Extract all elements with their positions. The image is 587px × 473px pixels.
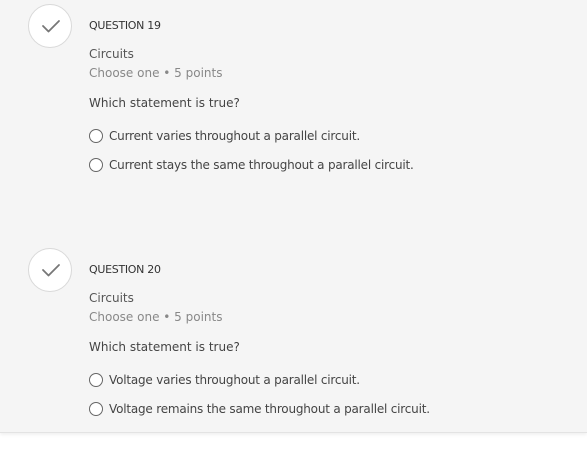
answer-option-label: Voltage remains the same throughout a pa… xyxy=(109,402,430,416)
answer-option[interactable]: Current stays the same throughout a para… xyxy=(89,156,414,174)
radio-button-icon[interactable] xyxy=(89,373,103,387)
question-number: QUESTION 20 xyxy=(89,263,161,276)
question-meta: Choose one • 5 points xyxy=(89,66,223,80)
question-list-panel: QUESTION 19 Circuits Choose one • 5 poin… xyxy=(0,0,587,433)
answer-option[interactable]: Voltage varies throughout a parallel cir… xyxy=(89,371,360,389)
radio-button-icon[interactable] xyxy=(89,129,103,143)
checkmark-icon xyxy=(42,20,60,33)
radio-button-icon[interactable] xyxy=(89,402,103,416)
answer-option-label: Current stays the same throughout a para… xyxy=(109,158,414,172)
question-meta: Choose one • 5 points xyxy=(89,310,223,324)
radio-button-icon[interactable] xyxy=(89,158,103,172)
answered-status-badge xyxy=(28,248,72,292)
question-topic: Circuits xyxy=(89,47,134,61)
answer-option[interactable]: Voltage remains the same throughout a pa… xyxy=(89,400,430,418)
answer-option-label: Voltage varies throughout a parallel cir… xyxy=(109,373,360,387)
question-prompt: Which statement is true? xyxy=(89,340,240,354)
question-number: QUESTION 19 xyxy=(89,19,161,32)
question-topic: Circuits xyxy=(89,291,134,305)
answer-option[interactable]: Current varies throughout a parallel cir… xyxy=(89,127,360,145)
checkmark-icon xyxy=(42,264,60,277)
answered-status-badge xyxy=(28,4,72,48)
question-prompt: Which statement is true? xyxy=(89,96,240,110)
answer-option-label: Current varies throughout a parallel cir… xyxy=(109,129,360,143)
